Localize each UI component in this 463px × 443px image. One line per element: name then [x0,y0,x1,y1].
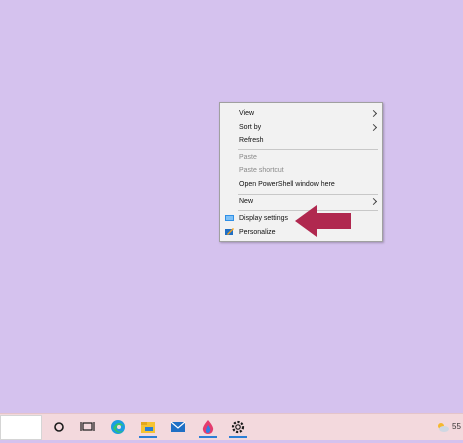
task-view-button[interactable] [76,416,100,438]
display-icon [225,215,234,221]
menu-item-label: Paste [239,154,257,161]
menu-item-label: New [239,198,254,205]
taskbar: 55 [0,413,463,440]
edge-icon [111,420,125,434]
menu-item-label: Personalize [239,229,276,236]
menu-item-paste-shortcut[interactable]: Paste shortcut [220,164,382,178]
menu-item-paste[interactable]: Paste [220,151,382,165]
menu-item-label: Open PowerShell window here [239,181,335,188]
mail-button[interactable] [166,416,190,438]
paint-button[interactable] [196,416,220,438]
edge-button[interactable] [106,416,130,438]
active-indicator [199,436,217,438]
menu-item-label: Sort by [239,124,262,131]
cortana-icon [54,422,64,432]
active-indicator [139,436,157,438]
menu-item-view[interactable]: View [220,107,382,121]
file-explorer-button[interactable] [136,416,160,438]
menu-item-label: Display settings [239,215,289,222]
temperature: 55 [452,422,461,431]
menu-item-label: Refresh [239,137,264,144]
mail-icon [170,421,186,432]
cortana-button[interactable] [47,416,71,438]
active-indicator [229,436,247,438]
partly-cloudy-icon[interactable] [436,421,450,433]
chevron-right-icon [369,123,378,132]
settings-icon [231,420,245,434]
chevron-right-icon [369,109,378,118]
paint-icon [202,420,214,434]
personalize-icon [225,228,234,235]
annotation-arrow [295,205,351,237]
settings-button[interactable] [226,416,250,438]
menu-item-sort-by[interactable]: Sort by [220,121,382,135]
menu-separator [238,149,378,150]
menu-item-refresh[interactable]: Refresh [220,134,382,148]
menu-item-open-powershell[interactable]: Open PowerShell window here [220,178,382,192]
file-explorer-icon [141,422,155,433]
chevron-right-icon [369,197,378,206]
menu-item-label: View [239,110,255,117]
search-box[interactable] [0,415,42,440]
menu-item-label: Paste shortcut [239,167,284,174]
task-view-icon [80,422,95,431]
